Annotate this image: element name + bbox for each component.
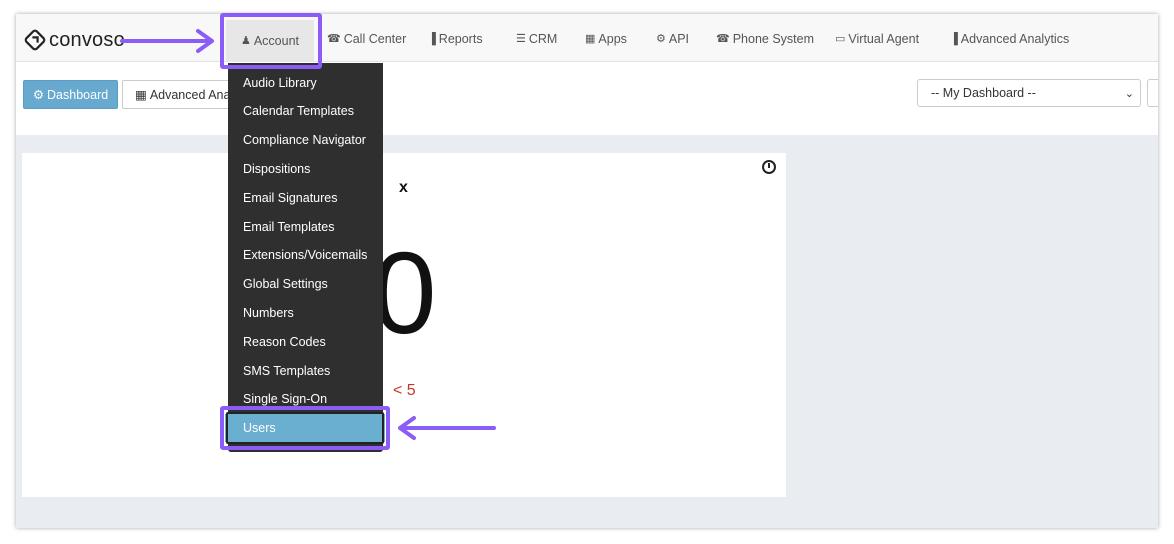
toolbar-button-partial[interactable] — [1147, 79, 1158, 107]
bar-chart-icon: ▐ — [428, 33, 436, 45]
menu-item-dispositions[interactable]: Dispositions — [228, 155, 383, 183]
advanced-analytics-button[interactable]: ▦ Advanced Analytics — [122, 80, 242, 109]
menu-item-reason-codes[interactable]: Reason Codes — [228, 328, 383, 356]
annotation-highlight-users-inner — [226, 412, 384, 444]
bar-chart-icon: ▐ — [950, 33, 958, 45]
nav-virtual-agent[interactable]: ▭ Virtual Agent — [835, 26, 919, 52]
nav-call-center-label: Call Center — [343, 32, 407, 46]
app-window: convoso ♟ Account ☎ Call Center ▐ Report… — [16, 14, 1158, 528]
menu-item-email-signatures[interactable]: Email Signatures — [228, 184, 383, 212]
nav-crm[interactable]: ☰ CRM — [516, 26, 557, 52]
chevron-down-icon: ⌄ — [1124, 88, 1134, 100]
dashboard-button[interactable]: ⚙ Dashboard — [23, 80, 118, 109]
menu-item-email-templates[interactable]: Email Templates — [228, 213, 383, 241]
dashboard-toolbar: ⚙ Dashboard ▦ Advanced Analytics -- My D… — [16, 63, 1158, 135]
menu-item-compliance-navigator[interactable]: Compliance Navigator — [228, 126, 383, 154]
menu-item-numbers[interactable]: Numbers — [228, 299, 383, 327]
menu-item-calendar-templates[interactable]: Calendar Templates — [228, 97, 383, 125]
account-dropdown-menu: Audio Library Calendar Templates Complia… — [225, 63, 385, 452]
nav-api-label: API — [668, 32, 690, 46]
annotation-highlight-users — [220, 406, 390, 450]
nav-apps[interactable]: ▦ Apps — [585, 26, 627, 52]
menu-item-audio-library[interactable]: Audio Library — [228, 69, 383, 97]
dashboard-widget: x 0 < 5 — [22, 153, 786, 497]
nav-advanced-analytics[interactable]: ▐ Advanced Analytics — [950, 26, 1069, 52]
menu-item-global-settings[interactable]: Global Settings — [228, 270, 383, 298]
nav-phone-system-label: Phone System — [732, 32, 814, 46]
list-icon: ☰ — [516, 33, 526, 45]
grid-icon: ▦ — [135, 88, 147, 102]
convoso-logo-icon — [24, 29, 46, 51]
widget-threshold: < 5 — [393, 382, 416, 399]
menu-item-extensions-voicemails[interactable]: Extensions/Voicemails — [228, 241, 383, 269]
monitor-icon: ▭ — [835, 33, 846, 45]
dashboard-button-label: Dashboard — [47, 87, 109, 102]
nav-reports[interactable]: ▐ Reports — [428, 26, 483, 52]
nav-apps-label: Apps — [598, 32, 627, 46]
gear-icon: ⚙ — [32, 88, 45, 102]
menu-item-sms-templates[interactable]: SMS Templates — [228, 357, 383, 385]
annotation-arrow-account-icon — [120, 29, 214, 53]
grid-icon: ▦ — [585, 33, 596, 45]
nav-virtual-agent-label: Virtual Agent — [848, 32, 920, 46]
dashboard-area: x 0 < 5 — [16, 135, 1158, 528]
phone-icon: ☎ — [327, 33, 341, 45]
nav-call-center[interactable]: ☎ Call Center — [327, 26, 406, 52]
widget-close-button[interactable]: x — [399, 179, 408, 197]
nav-phone-system[interactable]: ☎ Phone System — [716, 26, 814, 52]
gear-icon: ⚙ — [656, 33, 666, 45]
annotation-highlight-account — [220, 13, 322, 69]
nav-reports-label: Reports — [438, 32, 483, 46]
brand-name: convoso — [49, 28, 125, 51]
dashboard-select-value: -- My Dashboard -- — [931, 86, 1036, 100]
nav-crm-label: CRM — [528, 32, 558, 46]
phone-icon: ☎ — [716, 33, 730, 45]
nav-api[interactable]: ⚙ API — [656, 26, 689, 52]
clock-icon[interactable] — [762, 160, 776, 174]
brand-logo[interactable]: convoso — [24, 29, 125, 51]
nav-advanced-analytics-label: Advanced Analytics — [960, 32, 1070, 46]
dashboard-select[interactable]: -- My Dashboard -- ⌄ — [917, 79, 1141, 107]
annotation-arrow-users-icon — [398, 416, 496, 440]
